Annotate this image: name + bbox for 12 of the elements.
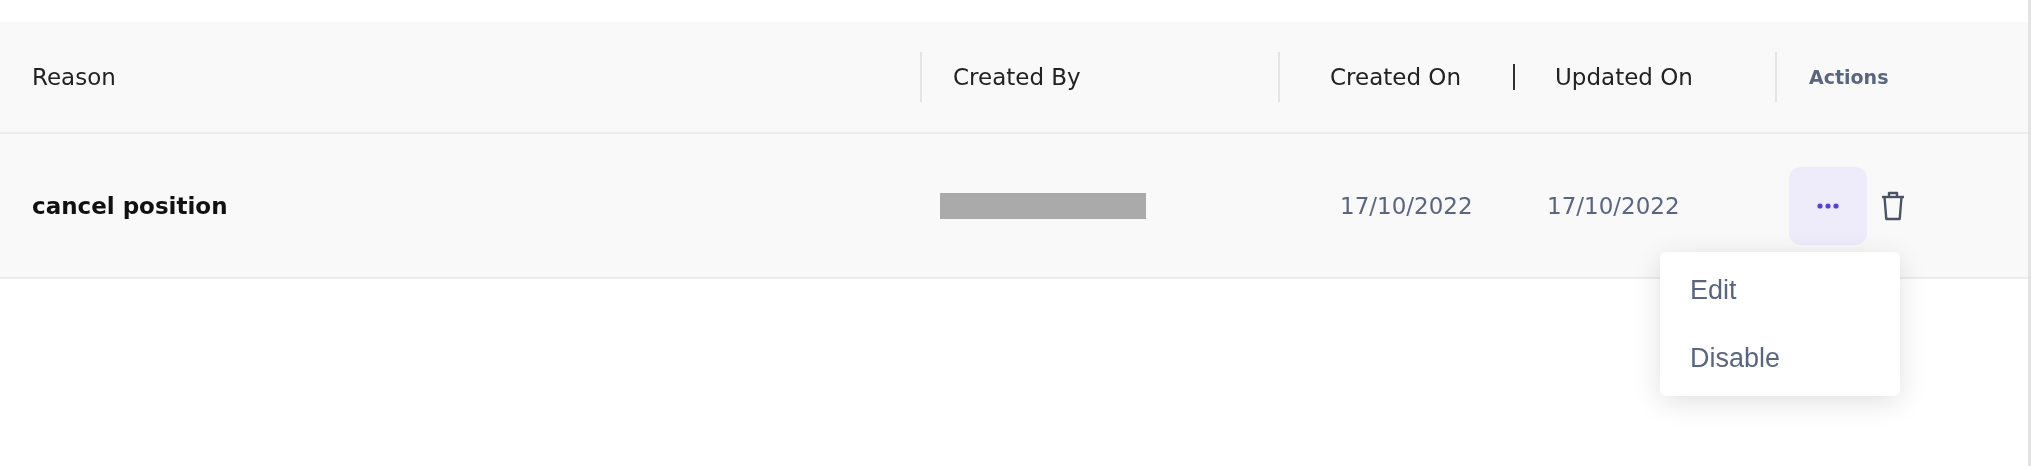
table-cell: cancel position [32, 192, 228, 219]
column-header: Created By [953, 64, 1081, 90]
menu-item[interactable]: Disable [1660, 342, 1900, 374]
menu-item[interactable]: Edit [1660, 274, 1900, 306]
delete-icon[interactable] [1881, 190, 1905, 221]
column-header: Created On [1330, 64, 1461, 90]
column-header: Updated On [1555, 64, 1693, 90]
column-header: Reason [32, 64, 116, 90]
column-header: Actions [1809, 66, 1889, 88]
table-cell: 17/10/2022 [1340, 192, 1473, 219]
more-icon [1817, 202, 1839, 209]
table-cell: 17/10/2022 [1547, 192, 1680, 219]
